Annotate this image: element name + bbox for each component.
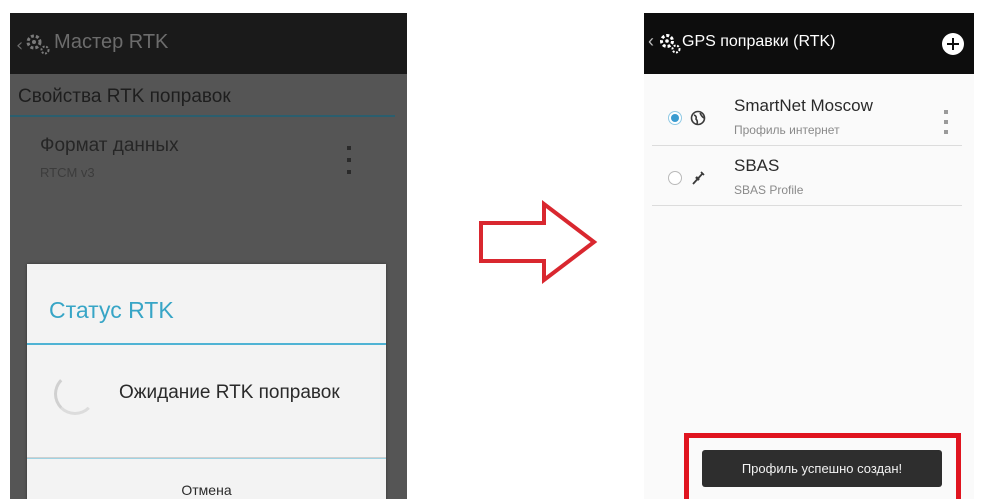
toast-message: Профиль успешно создан!	[702, 450, 942, 487]
data-format-setting[interactable]: Формат данных RTCM v3	[10, 124, 407, 194]
radio-unselected-icon[interactable]	[668, 171, 682, 185]
dialog-title: Статус RTK	[49, 297, 174, 323]
settings-gear-icon[interactable]: ‹	[16, 31, 52, 57]
rtk-status-dialog: Статус RTK Ожидание RTK поправок Отмена	[27, 264, 386, 499]
right-action-bar: ‹ GPS поправки (RTK)	[644, 13, 974, 74]
radio-selected-icon[interactable]	[668, 111, 682, 125]
overflow-menu-icon[interactable]	[941, 108, 951, 138]
profile-item-sbas[interactable]: SBAS SBAS Profile	[652, 146, 962, 206]
section-title: Свойства RTK поправок	[18, 86, 231, 107]
dialog-message: Ожидание RTK поправок	[119, 382, 340, 403]
setting-title: Формат данных	[40, 135, 179, 156]
left-action-bar: ‹ Мастер RTK	[10, 13, 407, 74]
svg-text:‹: ‹	[16, 35, 23, 56]
profile-name: SBAS	[734, 156, 780, 175]
profile-subtitle: Профиль интернет	[734, 123, 840, 137]
section-divider	[10, 115, 395, 117]
dialog-title-divider	[27, 343, 386, 345]
profile-item-smartnet[interactable]: SmartNet Moscow Профиль интернет	[652, 86, 962, 146]
cancel-button[interactable]: Отмена	[27, 459, 386, 499]
globe-icon	[690, 110, 706, 126]
add-profile-button[interactable]	[942, 33, 964, 55]
profile-subtitle: SBAS Profile	[734, 183, 804, 197]
list-divider	[652, 205, 962, 206]
profile-name: SmartNet Moscow	[734, 96, 873, 115]
right-phone-screen: ‹ GPS поправки (RTK) SmartNet Moscow Про…	[644, 13, 974, 499]
left-content-area: Свойства RTK поправок Формат данных RTCM…	[10, 74, 407, 499]
loading-spinner-icon	[54, 373, 96, 415]
right-app-title: GPS поправки (RTK)	[682, 33, 836, 50]
back-chevron-icon[interactable]: ‹	[648, 31, 654, 52]
setting-value: RTCM v3	[40, 165, 95, 180]
right-arrow-icon	[479, 199, 598, 285]
profiles-list: SmartNet Moscow Профиль интернет SBAS SB…	[644, 74, 974, 499]
left-phone-screen: ‹ Мастер RTK Свойства RTK поправок Форма…	[10, 13, 407, 499]
overflow-menu-icon[interactable]	[344, 144, 354, 180]
left-app-title: Мастер RTK	[54, 31, 169, 53]
settings-gear-icon	[660, 34, 681, 54]
satellite-icon	[692, 171, 705, 185]
